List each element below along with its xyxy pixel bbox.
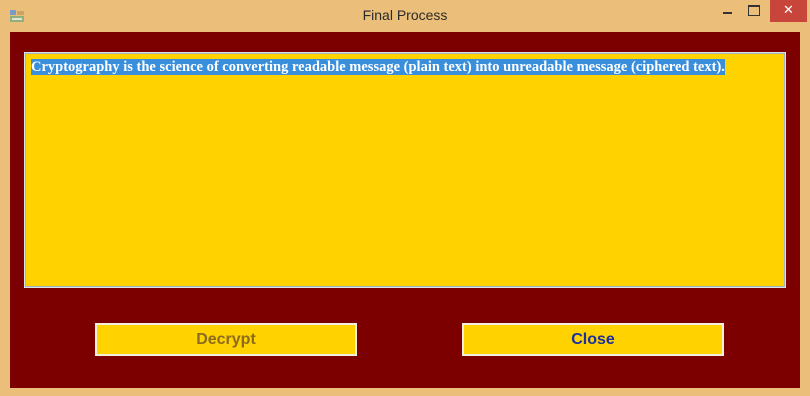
minimize-button[interactable] xyxy=(715,0,741,22)
window-close-button[interactable]: ✕ xyxy=(770,0,807,22)
title-bar[interactable]: Final Process ✕ xyxy=(0,0,810,32)
close-icon: ✕ xyxy=(783,3,794,18)
close-button[interactable]: Close xyxy=(462,323,724,356)
message-text: Cryptography is the science of convertin… xyxy=(31,59,725,75)
message-textbox[interactable]: Cryptography is the science of convertin… xyxy=(24,52,786,288)
maximize-button[interactable] xyxy=(741,0,767,22)
decrypt-button[interactable]: Decrypt xyxy=(95,323,357,356)
window: Final Process ✕ Cryptography is the scie… xyxy=(0,0,810,396)
form-client-area: Cryptography is the science of convertin… xyxy=(10,32,800,388)
window-title: Final Process xyxy=(362,7,448,23)
